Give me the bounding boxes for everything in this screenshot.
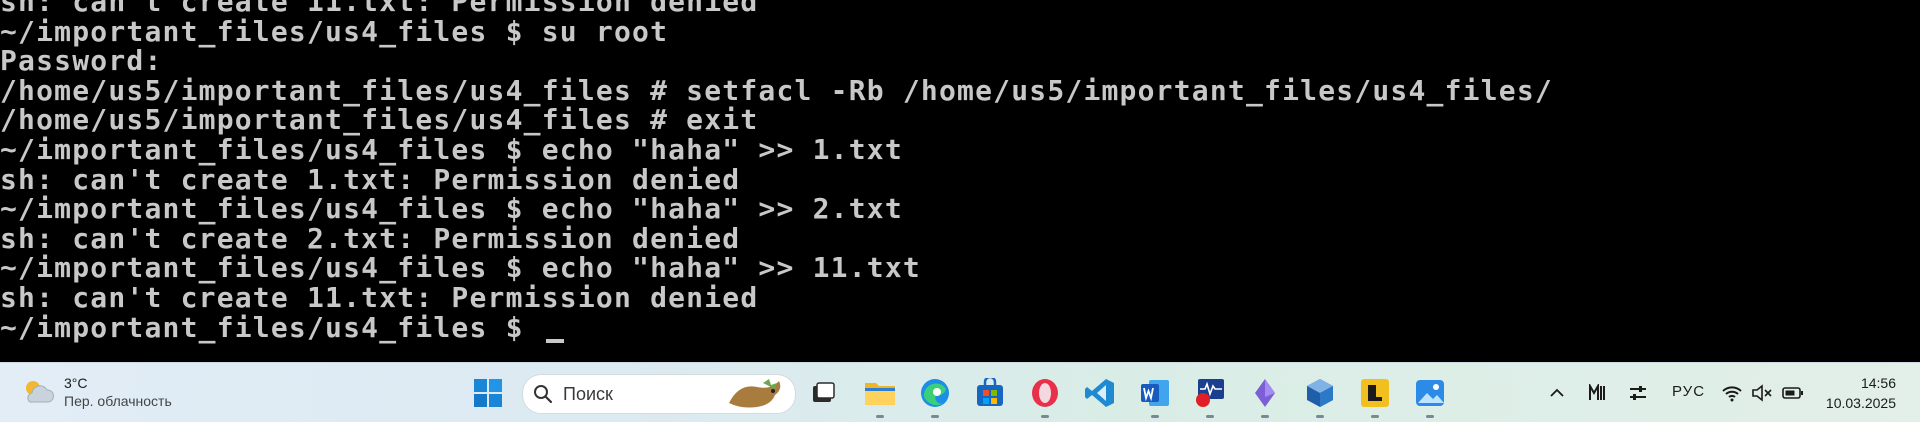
tray-meet-button[interactable] xyxy=(1587,382,1609,404)
crystal-icon xyxy=(1255,379,1275,407)
yellow-app-icon xyxy=(1361,379,1389,407)
chevron-up-icon xyxy=(1550,388,1564,397)
task-view-button[interactable] xyxy=(803,373,843,413)
show-hidden-icons-button[interactable] xyxy=(1546,382,1568,404)
taskbar-app-edge[interactable] xyxy=(915,373,955,418)
terminal-line: ~/important_files/us4_files $ echo "haha… xyxy=(0,192,903,226)
clock-time: 14:56 xyxy=(1860,375,1896,391)
start-button[interactable] xyxy=(468,373,508,413)
terminal-line: Password: xyxy=(0,44,163,78)
taskbar-app-photos[interactable] xyxy=(1410,373,1450,418)
opera-icon xyxy=(1032,379,1058,407)
terminal-line: sh: can't create 11.txt: Permission deni… xyxy=(0,280,759,314)
tray-wifi-button[interactable] xyxy=(1721,382,1743,404)
terminal-line: /home/us5/important_files/us4_files # ex… xyxy=(0,103,759,137)
volume-muted-icon xyxy=(1752,384,1772,402)
taskbar-app-word[interactable] xyxy=(1135,373,1175,418)
search-input[interactable]: Поиск xyxy=(522,374,796,414)
terminal-window[interactable]: sh: can't create 11.txt: Permission deni… xyxy=(0,0,1920,362)
weather-temperature: 3°C xyxy=(64,375,88,391)
store-icon xyxy=(977,378,1003,406)
running-indicator xyxy=(1151,415,1159,418)
search-icon xyxy=(534,385,553,404)
folder-icon xyxy=(865,383,895,405)
windows-logo-icon xyxy=(474,379,502,407)
running-indicator xyxy=(1426,415,1434,418)
input-language-indicator[interactable]: РУС xyxy=(1672,383,1705,400)
taskbar-app-crystal[interactable] xyxy=(1245,373,1285,418)
taskbar-app-file-explorer[interactable] xyxy=(860,373,900,418)
tray-battery-button[interactable] xyxy=(1782,382,1804,404)
taskbar: 3°C Пер. облачность Поиск РУС 14:56 10.0… xyxy=(0,362,1920,422)
edge-icon xyxy=(921,379,949,407)
word-icon xyxy=(1141,380,1169,406)
settings-sliders-icon xyxy=(1630,386,1646,400)
terminal-prompt-line[interactable]: ~/important_files/us4_files $ xyxy=(0,310,1553,344)
terminal-line: /home/us5/important_files/us4_files # se… xyxy=(0,73,1553,107)
task-view-icon xyxy=(813,382,835,402)
terminal-line: ~/important_files/us4_files $ echo "haha… xyxy=(0,132,903,166)
meet-icon xyxy=(1589,384,1605,400)
terminal-line: sh: can't create 2.txt: Permission denie… xyxy=(0,221,741,255)
running-indicator xyxy=(1206,415,1214,418)
pulse-app-icon xyxy=(1196,379,1224,407)
running-indicator xyxy=(876,415,884,418)
weather-description: Пер. облачность xyxy=(64,393,172,409)
search-highlight-image-icon xyxy=(729,379,781,408)
text-cursor xyxy=(545,338,564,343)
wifi-icon xyxy=(1722,386,1742,402)
running-indicator xyxy=(1316,415,1324,418)
tray-volume-button[interactable] xyxy=(1751,382,1773,404)
tray-settings-button[interactable] xyxy=(1627,382,1649,404)
terminal-line: ~/important_files/us4_files $ su root xyxy=(0,14,669,48)
running-indicator xyxy=(1371,415,1379,418)
terminal-prompt: ~/important_files/us4_files $ xyxy=(0,310,542,344)
taskbar-app-yellow[interactable] xyxy=(1355,373,1395,418)
taskbar-app-pulse[interactable] xyxy=(1190,373,1230,418)
running-indicator xyxy=(931,415,939,418)
search-placeholder: Поиск xyxy=(563,383,613,404)
running-indicator xyxy=(1041,415,1049,418)
taskbar-app-store[interactable] xyxy=(970,373,1010,413)
photos-icon xyxy=(1416,380,1444,406)
running-indicator xyxy=(1261,415,1269,418)
terminal-line: ~/important_files/us4_files $ echo "haha… xyxy=(0,251,921,285)
taskbar-app-opera[interactable] xyxy=(1025,373,1065,418)
vscode-icon xyxy=(1085,379,1114,407)
clock-date: 10.03.2025 xyxy=(1825,395,1896,411)
taskbar-app-vscode[interactable] xyxy=(1080,373,1120,413)
terminal-output: sh: can't create 11.txt: Permission deni… xyxy=(0,0,1553,344)
system-clock[interactable]: 14:56 10.03.2025 xyxy=(1826,373,1896,413)
virtualbox-icon xyxy=(1307,379,1333,407)
partly-cloudy-icon xyxy=(26,381,54,403)
battery-icon xyxy=(1782,387,1803,399)
terminal-line: sh: can't create 1.txt: Permission denie… xyxy=(0,162,741,196)
taskbar-app-virtualbox[interactable] xyxy=(1300,373,1340,418)
weather-widget[interactable]: 3°C Пер. облачность xyxy=(20,371,172,413)
